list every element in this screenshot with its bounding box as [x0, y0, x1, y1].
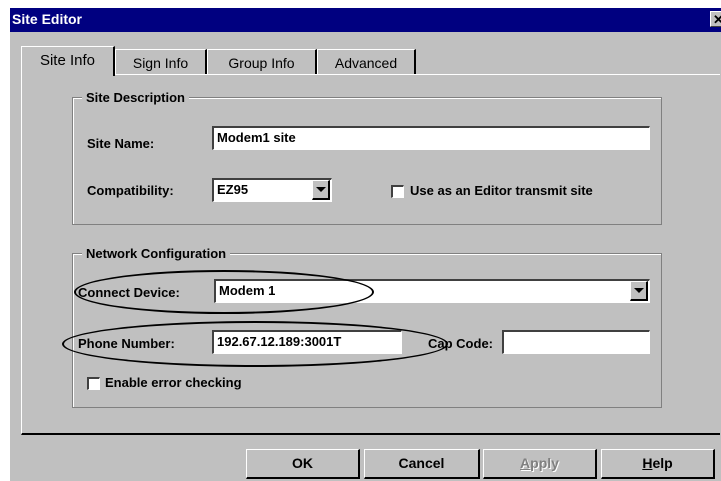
- cap-code-label: Cap Code:: [428, 336, 493, 351]
- site-name-label: Site Name:: [87, 136, 155, 151]
- site-editor-dialog: Site Editor ✕ Site Info Sign Info Group …: [10, 8, 721, 481]
- site-description-group: [72, 97, 662, 225]
- connect-device-label: Connect Device:: [78, 285, 180, 300]
- phone-number-label: Phone Number:: [78, 336, 175, 351]
- tab-site-info-label: Site Info: [39, 52, 96, 69]
- connect-device-select[interactable]: Modem 1: [214, 279, 650, 303]
- title-bar: Site Editor ✕: [10, 8, 721, 32]
- phone-number-input[interactable]: 192.67.12.189:3001T: [212, 330, 402, 354]
- chevron-down-icon: [634, 288, 644, 293]
- error-checking-checkbox[interactable]: [87, 377, 100, 390]
- tab-group-info-label: Group Info: [228, 55, 295, 71]
- compatibility-dropdown-button[interactable]: [312, 180, 330, 200]
- error-checking-label: Enable error checking: [105, 375, 242, 390]
- help-button[interactable]: Help: [601, 449, 715, 479]
- tab-advanced[interactable]: Advanced: [317, 49, 416, 75]
- compatibility-label: Compatibility:: [87, 183, 174, 198]
- tab-sign-info-label: Sign Info: [132, 55, 189, 71]
- chevron-down-icon: [316, 187, 326, 192]
- site-name-input[interactable]: Modem1 site: [212, 126, 650, 150]
- tab-site-info[interactable]: Site Info: [21, 46, 115, 76]
- cancel-button[interactable]: Cancel: [364, 449, 480, 479]
- tab-sign-info[interactable]: Sign Info: [115, 49, 207, 75]
- apply-button[interactable]: Apply: [483, 449, 597, 479]
- tab-group-info[interactable]: Group Info: [207, 49, 317, 75]
- close-button[interactable]: ✕: [710, 11, 721, 27]
- connect-device-value: Modem 1: [219, 283, 276, 298]
- window-title: Site Editor: [12, 11, 83, 27]
- connect-device-dropdown-button[interactable]: [630, 281, 648, 301]
- tab-advanced-label: Advanced: [334, 55, 398, 71]
- editor-transmit-label: Use as an Editor transmit site: [410, 183, 593, 198]
- ok-button[interactable]: OK: [246, 449, 360, 479]
- cap-code-input[interactable]: [502, 330, 650, 354]
- editor-transmit-checkbox[interactable]: [391, 185, 404, 198]
- network-configuration-title: Network Configuration: [82, 246, 231, 261]
- close-icon: ✕: [713, 12, 721, 27]
- compatibility-value: EZ95: [217, 182, 249, 197]
- site-description-title: Site Description: [82, 90, 189, 105]
